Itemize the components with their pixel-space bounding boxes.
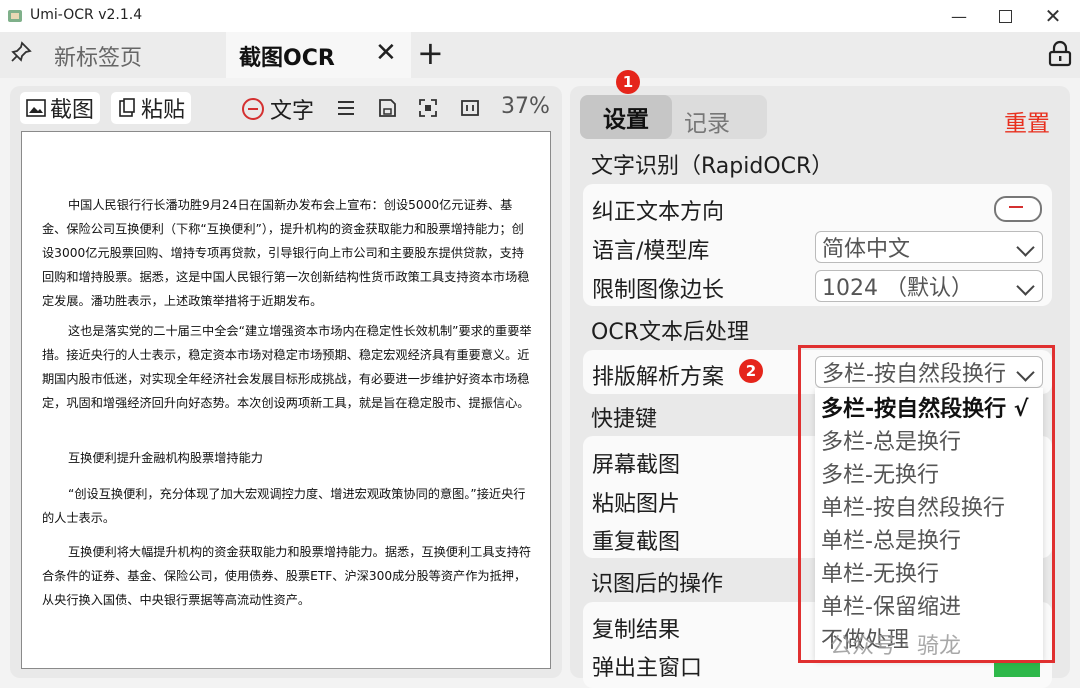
maximize-icon (998, 9, 1012, 23)
annotation-highlight-box (798, 345, 1055, 663)
tab-active-label: 截图OCR (239, 46, 335, 71)
document-paragraph: 互换便利提升金融机构股票增持能力 (68, 451, 263, 465)
title-bar (0, 0, 1080, 32)
add-tab-icon[interactable]: + (417, 34, 444, 72)
section-ocr-title: 文字识别（RapidOCR） (591, 154, 834, 179)
paste-icon (119, 98, 135, 117)
paste-label: 粘贴 (141, 98, 186, 123)
document-paragraph: 中国人民银行行长潘功胜9月24日在国新办发布会上宣布：创设5000亿元证券、基金… (42, 198, 530, 308)
step-badge-2: 2 (739, 359, 763, 383)
screenshot-button[interactable]: 截图 (20, 92, 101, 124)
copy-result-label: 复制结果 (592, 618, 681, 643)
document-paragraph: 这也是落实党的二十届三中全会“建立增强资本市场内在稳定性长效机制”要求的重要举措… (42, 324, 532, 410)
pin-icon[interactable] (10, 41, 32, 69)
tab-bar (0, 32, 1080, 78)
maximize-button[interactable] (982, 0, 1028, 32)
hotkey-paste-label: 粘贴图片 (592, 492, 681, 517)
image-icon (26, 99, 46, 117)
limit-size-label: 限制图像边长 (592, 278, 725, 303)
hotkey-repeat-label: 重复截图 (592, 530, 681, 555)
minimize-icon: — (951, 6, 967, 26)
step-badge-1: 1 (616, 70, 640, 94)
watermark: 公众号 · 骑龙 (830, 634, 961, 659)
language-label: 语言/模型库 (592, 239, 710, 264)
document-paragraph: 互换便利将大幅提升机构的资金获取能力和股票增持能力。据悉，互换便利工具支持符合条… (42, 545, 532, 607)
document-paragraph: “创设互换便利，充分体现了加大宏观调控力度、增进宏观政策协同的意图。”接近央行的… (42, 487, 526, 525)
window-title: Umi-OCR v2.1.4 (30, 7, 143, 23)
popup-window-label: 弹出主窗口 (592, 656, 703, 678)
section-hotkey-title: 快捷键 (591, 407, 658, 432)
correct-direction-label: 纠正文本方向 (592, 200, 725, 225)
list-icon[interactable] (335, 97, 357, 119)
limit-size-value: 1024 （默认） (822, 276, 973, 301)
close-icon: ✕ (1044, 4, 1062, 28)
text-toggle-label: 文字 (270, 99, 315, 124)
language-value: 简体中文 (822, 237, 911, 262)
text-overlay-toggle[interactable]: 文字 (242, 93, 314, 125)
language-select[interactable]: 简体中文 (815, 231, 1043, 263)
close-window-button[interactable]: ✕ (1030, 0, 1076, 32)
fit-window-icon[interactable] (417, 97, 439, 119)
tab-close-icon[interactable]: ✕ (375, 38, 397, 68)
tab-settings[interactable]: 设置 (580, 95, 672, 139)
minus-circle-icon (242, 98, 264, 120)
toggle-off-indicator (1009, 206, 1023, 208)
correct-direction-toggle[interactable] (994, 196, 1042, 222)
chevron-down-icon (1016, 277, 1035, 296)
paste-button[interactable]: 粘贴 (111, 92, 192, 124)
limit-size-select[interactable]: 1024 （默认） (815, 270, 1043, 302)
tab-records[interactable]: 记录 (684, 104, 730, 138)
screenshot-label: 截图 (50, 98, 95, 123)
hotkey-screenshot-label: 屏幕截图 (592, 453, 681, 478)
lock-icon[interactable] (1047, 40, 1073, 68)
reset-button[interactable]: 重置 (1004, 104, 1050, 138)
section-after-title: 识图后的操作 (591, 572, 724, 597)
section-post-title: OCR文本后处理 (591, 320, 749, 345)
minimize-button[interactable]: — (936, 0, 982, 32)
layout-scheme-label: 排版解析方案 (592, 365, 725, 390)
zoom-level: 37% (501, 94, 550, 119)
chevron-down-icon (1016, 238, 1035, 257)
save-icon[interactable] (376, 97, 398, 119)
actual-size-icon[interactable] (459, 97, 481, 119)
app-logo-icon (8, 10, 22, 22)
tab-new[interactable]: 新标签页 (54, 40, 142, 72)
